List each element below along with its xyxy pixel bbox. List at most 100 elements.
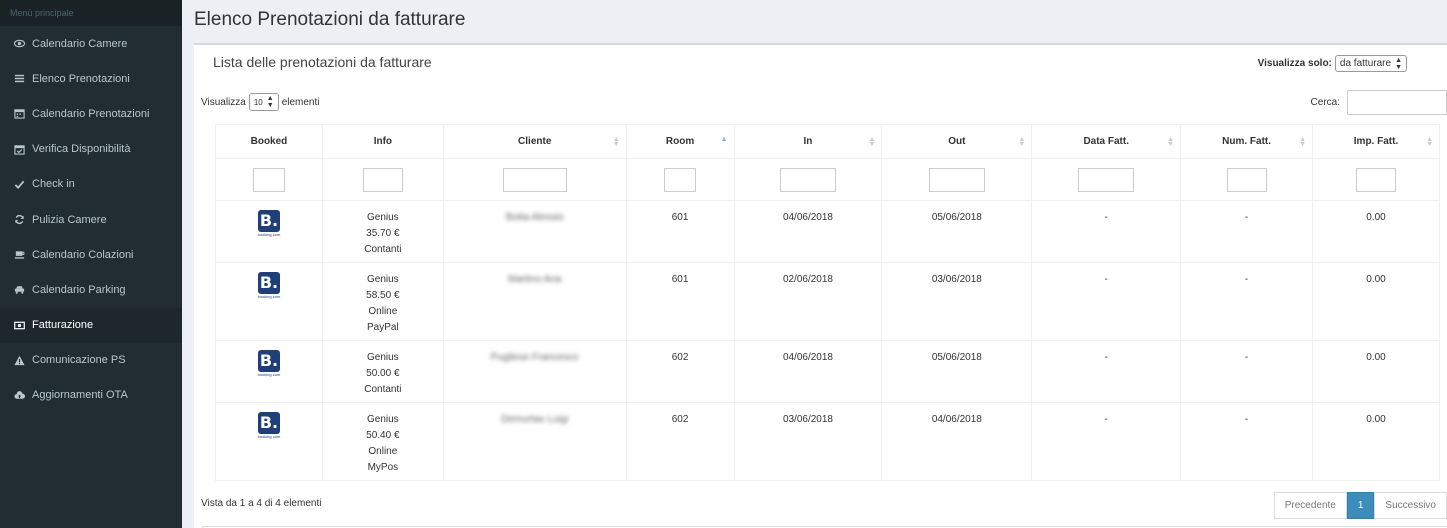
filter-control: Visualizza solo: da fatturare ▲ ▼ (1258, 55, 1407, 72)
sidebar-item-comunicazione-ps[interactable]: Comunicazione PS (0, 343, 182, 378)
invoice-amount-cell: 0.00 (1312, 402, 1440, 481)
invoice-number-cell: - (1180, 262, 1314, 341)
info-line: Online (368, 446, 398, 457)
check-icon (12, 179, 26, 190)
column-header[interactable]: Data Fatt. ▲ ▼ (1031, 124, 1182, 159)
info-cell: Genius 58.50 € Online PayPal (321, 262, 444, 341)
prev-page-button[interactable]: Precedente (1273, 492, 1347, 519)
bookings-table: Booked Info Cliente ▲ ▼ Room ▲ In ▲ ▼ Out ▲ ▼ Data Fa… (215, 124, 1440, 481)
info-line: 58.50 € (366, 290, 400, 301)
content-box: Lista delle prenotazioni da fatturare Vi… (194, 43, 1447, 528)
sidebar-item-label: Comunicazione PS (32, 354, 126, 367)
sidebar-item-calendario-parking[interactable]: Calendario Parking (0, 272, 182, 307)
checkout-cell: 03/06/2018 (881, 262, 1033, 341)
filter-select-value: da fatturare (1339, 58, 1392, 69)
length-select[interactable]: 10 ▲ ▼ (248, 93, 279, 111)
info-line: Genius (367, 352, 399, 363)
filter-cell (321, 158, 444, 201)
column-header[interactable]: Room ▲ (625, 124, 735, 159)
info-cell: Genius 50.00 € Contanti (321, 340, 444, 403)
menu-header: Menù principale (0, 0, 182, 26)
column-header-label: Out (948, 136, 966, 147)
column-header[interactable]: Cliente ▲ ▼ (442, 124, 627, 159)
booked-cell: B. booking.com (215, 262, 323, 341)
table-row[interactable]: B. booking.com Genius 58.50 € Online PayPal Ma… (215, 262, 1440, 341)
table-row[interactable]: B. booking.com Genius 50.40 € Online MyPos Dem… (215, 402, 1440, 481)
cliente-cell: Pugliese Francesco (442, 340, 627, 403)
filter-label: Visualizza solo: (1257, 58, 1332, 69)
column-filter-input[interactable] (502, 167, 567, 192)
sort-icon: ▲ ▼ (1167, 136, 1175, 148)
column-filter-input[interactable] (1078, 167, 1135, 192)
eye-icon (12, 38, 26, 49)
invoice-date-cell: - (1031, 200, 1182, 263)
column-header[interactable]: Out ▲ ▼ (881, 124, 1033, 159)
sidebar-item-verifica-disponibilit[interactable]: Verifica Disponibilità (0, 132, 182, 167)
sidebar: Menù principale Calendario Camere Elenco … (0, 0, 182, 528)
search-input[interactable] (1347, 90, 1447, 115)
length-suffix: elementi (281, 96, 320, 108)
money-icon (12, 320, 26, 331)
column-filter-input[interactable] (1226, 167, 1267, 192)
column-header-label: Room (665, 136, 695, 147)
info-cell: Genius 50.40 € Online MyPos (321, 402, 444, 481)
booked-cell: B. booking.com (215, 340, 323, 403)
column-filter-input[interactable] (252, 167, 285, 192)
current-page-button[interactable]: 1 (1346, 492, 1375, 519)
warning-icon (12, 355, 26, 366)
booking-com-logo: B. booking.com (257, 210, 281, 237)
column-header[interactable]: Info (321, 124, 444, 159)
info-line: Online (368, 306, 398, 317)
column-filter-input[interactable] (1356, 167, 1397, 192)
filter-select[interactable]: da fatturare ▲ ▼ (1334, 55, 1407, 72)
booked-cell: B. booking.com (215, 402, 323, 481)
sidebar-item-pulizia-camere[interactable]: Pulizia Camere (0, 202, 182, 237)
column-filter-input[interactable] (362, 167, 403, 192)
sidebar-item-label: Aggiornamenti OTA (32, 389, 128, 402)
checkin-cell: 02/06/2018 (733, 262, 883, 341)
checkout-cell: 04/06/2018 (881, 402, 1033, 481)
booking-com-logo: B. booking.com (257, 272, 281, 299)
sort-icon: ▲ ▼ (612, 136, 620, 148)
sidebar-item-label: Calendario Parking (32, 283, 126, 296)
client-name: Botta Alessio (505, 212, 564, 223)
filter-cell (625, 158, 735, 201)
sidebar-item-check-in[interactable]: Check in (0, 167, 182, 202)
sidebar-item-calendario-prenotazioni[interactable]: Calendario Prenotazioni (0, 96, 182, 131)
checkin-cell: 03/06/2018 (733, 402, 883, 481)
filter-cell (1312, 158, 1440, 201)
invoice-date-cell: - (1031, 262, 1182, 341)
sidebar-item-calendario-colazioni[interactable]: Calendario Colazioni (0, 237, 182, 272)
info-line: PayPal (367, 322, 399, 333)
sidebar-item-label: Calendario Colazioni (32, 248, 134, 261)
checkin-cell: 04/06/2018 (733, 340, 883, 403)
column-header[interactable]: Imp. Fatt. ▲ ▼ (1312, 124, 1440, 159)
column-filter-input[interactable] (779, 167, 836, 192)
invoice-number-cell: - (1180, 402, 1314, 481)
box-title: Lista delle prenotazioni da fatturare (213, 54, 432, 70)
invoice-number-cell: - (1180, 200, 1314, 263)
info-line: Genius (367, 274, 399, 285)
sidebar-item-label: Calendario Prenotazioni (32, 107, 150, 120)
column-filter-input[interactable] (928, 167, 985, 192)
filter-cell (1180, 158, 1314, 201)
sidebar-item-elenco-prenotazioni[interactable]: Elenco Prenotazioni (0, 61, 182, 96)
column-header[interactable]: In ▲ ▼ (733, 124, 883, 159)
next-page-button[interactable]: Successivo (1374, 492, 1447, 519)
sidebar-item-aggiornamenti-ota[interactable]: Aggiornamenti OTA (0, 378, 182, 413)
sidebar-item-fatturazione[interactable]: Fatturazione (0, 307, 182, 343)
invoice-date-cell: - (1031, 340, 1182, 403)
search-label: Cerca: (1310, 97, 1340, 108)
table-row[interactable]: B. booking.com Genius 35.70 € Contanti Botta … (215, 200, 1440, 263)
sidebar-item-calendario-camere[interactable]: Calendario Camere (0, 26, 182, 61)
column-header[interactable]: Booked (215, 124, 323, 159)
select-arrows-icon: ▲ ▼ (266, 95, 274, 109)
booking-com-logo: B. booking.com (257, 350, 281, 377)
calendar-check-icon (12, 144, 26, 155)
column-filter-input[interactable] (664, 167, 697, 192)
sidebar-item-label: Calendario Camere (32, 37, 128, 50)
info-line: 50.40 € (366, 430, 400, 441)
length-prefix: Visualizza (201, 96, 246, 108)
table-row[interactable]: B. booking.com Genius 50.00 € Contanti Puglie… (215, 340, 1440, 403)
column-header[interactable]: Num. Fatt. ▲ ▼ (1180, 124, 1314, 159)
